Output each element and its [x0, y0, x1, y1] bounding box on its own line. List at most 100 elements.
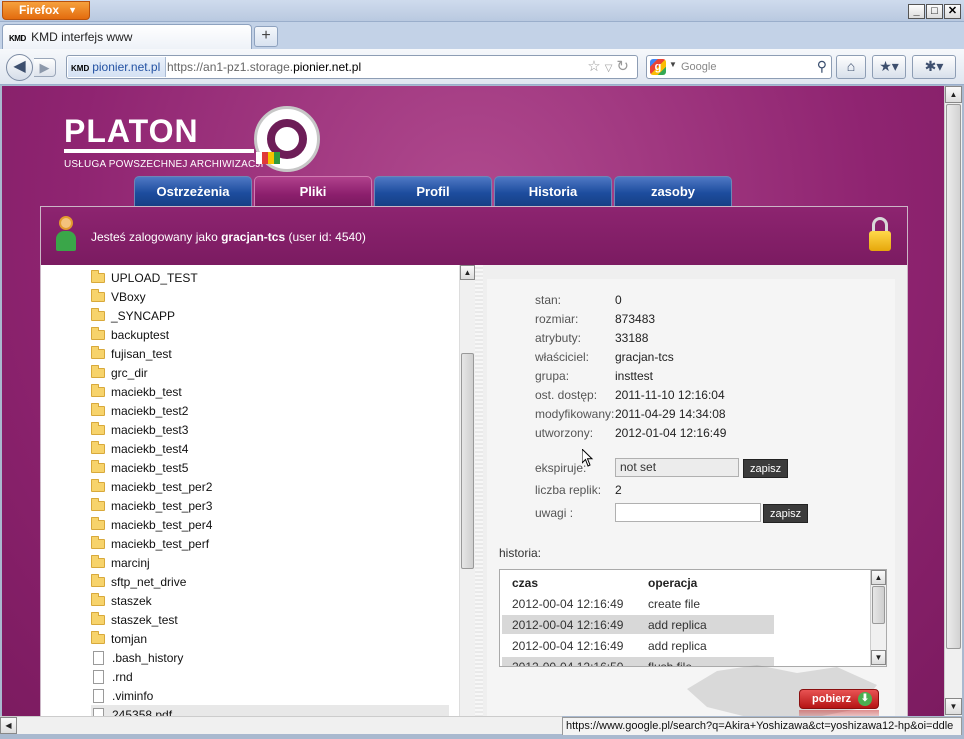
folder-icon — [91, 345, 105, 359]
tree-folder-item[interactable]: VBoxy — [91, 287, 146, 306]
chevron-down-icon[interactable]: ▼ — [669, 60, 677, 69]
tree-item-label: .bash_history — [112, 650, 184, 665]
bookmarks-button[interactable]: ★▾ — [872, 55, 906, 79]
home-button[interactable]: ⌂ — [836, 55, 866, 79]
tree-folder-item[interactable]: maciekb_test2 — [91, 401, 188, 420]
tree-folder-item[interactable]: staszek_test — [91, 610, 178, 629]
folder-icon — [91, 383, 105, 397]
property-label: rozmiar: — [535, 312, 579, 326]
expiry-label: ekspiruje: — [535, 461, 587, 475]
login-username: gracjan-tcs — [221, 230, 286, 244]
property-value: insttest — [615, 369, 654, 383]
scroll-up-arrow-icon[interactable]: ▲ — [460, 265, 475, 280]
tree-folder-item[interactable]: maciekb_test_per3 — [91, 496, 212, 515]
tree-folder-item[interactable]: sftp_net_drive — [91, 572, 186, 591]
lock-icon[interactable] — [869, 217, 891, 251]
forward-button[interactable]: ▶ — [34, 58, 56, 77]
pane-splitter[interactable] — [475, 265, 483, 716]
tree-item-label: maciekb_test_per3 — [111, 498, 213, 513]
url-text[interactable]: https://an1-pz1.storage.pionier.net.pl — [167, 60, 361, 74]
scroll-thumb[interactable] — [461, 353, 474, 569]
tab-zasoby[interactable]: zasoby — [614, 176, 732, 206]
scroll-up-arrow-icon[interactable]: ▲ — [871, 570, 886, 585]
url-bar[interactable]: KMD pionier.net.pl https://an1-pz1.storag… — [66, 55, 638, 79]
browser-tab[interactable]: KMD KMD interfejs www — [2, 24, 252, 49]
search-bar[interactable]: g ▼ Google ⚲ — [646, 55, 832, 79]
history-time: 2012-00-04 12:16:49 — [512, 618, 624, 632]
tree-file-item[interactable]: .bash_history — [91, 648, 183, 667]
scroll-left-arrow-icon[interactable]: ◀ — [0, 717, 17, 734]
tab-ostrzezenia[interactable]: Ostrzeżenia — [134, 176, 252, 206]
close-button[interactable]: ✕ — [944, 4, 961, 19]
folder-icon — [91, 421, 105, 435]
page-horizontal-scrollbar[interactable]: ◀ — [0, 716, 562, 734]
reload-icon[interactable]: ↻ — [616, 58, 633, 75]
download-button[interactable]: pobierz ⬇ — [799, 689, 879, 709]
tab-profil[interactable]: Profil — [374, 176, 492, 206]
tree-folder-item[interactable]: marcinj — [91, 553, 150, 572]
folder-icon — [91, 269, 105, 283]
expiry-field[interactable]: not set — [615, 458, 739, 477]
scroll-down-arrow-icon[interactable]: ▼ — [945, 698, 962, 715]
page-scrollbar[interactable]: ▲ ▼ — [944, 86, 962, 716]
platon-logo[interactable]: PLATON USŁUGA POWSZECHNEJ ARCHIWIZACJI — [64, 115, 264, 170]
history-scrollbar[interactable]: ▲ ▼ — [870, 570, 886, 666]
scroll-thumb[interactable] — [872, 586, 885, 624]
logo-color-stripes — [256, 152, 280, 164]
folder-icon — [91, 535, 105, 549]
tree-folder-item[interactable]: maciekb_test4 — [91, 439, 188, 458]
addon-button[interactable]: ✱▾ — [912, 55, 956, 79]
minimize-button[interactable]: _ — [908, 4, 925, 19]
history-time: 2012-00-04 12:16:50 — [512, 660, 624, 667]
back-button[interactable]: ◀ — [6, 54, 33, 81]
folder-icon — [91, 497, 105, 511]
save-notes-button[interactable]: zapisz — [763, 504, 809, 523]
tree-folder-item[interactable]: maciekb_test_per4 — [91, 515, 212, 534]
tree-file-item[interactable]: .rnd — [91, 667, 133, 686]
tree-file-item[interactable]: 245358.pdf — [91, 705, 449, 716]
folder-icon — [91, 402, 105, 416]
tree-folder-item[interactable]: staszek — [91, 591, 152, 610]
folder-icon — [91, 307, 105, 321]
tree-folder-item[interactable]: maciekb_test — [91, 382, 182, 401]
maximize-button[interactable]: □ — [926, 4, 943, 19]
search-input[interactable]: Google — [681, 61, 716, 73]
property-value: 873483 — [615, 312, 656, 326]
new-tab-button[interactable]: + — [254, 26, 278, 47]
tree-folder-item[interactable]: maciekb_test_perf — [91, 534, 209, 553]
tree-scrollbar[interactable]: ▲ — [459, 265, 475, 716]
tree-item-label: maciekb_test_perf — [111, 536, 210, 551]
tree-item-label: 245358.pdf — [112, 707, 173, 717]
history-dropdown-icon[interactable]: ▽ — [605, 63, 617, 74]
site-identity-button[interactable]: KMD pionier.net.pl — [68, 57, 167, 77]
mouse-cursor-icon — [582, 449, 594, 467]
google-engine-icon[interactable]: g — [650, 59, 666, 75]
tree-folder-item[interactable]: maciekb_test3 — [91, 420, 188, 439]
tab-pliki[interactable]: Pliki — [254, 176, 372, 206]
scroll-up-arrow-icon[interactable]: ▲ — [945, 86, 962, 103]
file-icon — [93, 650, 104, 665]
folder-icon — [91, 592, 105, 606]
property-label: stan: — [535, 293, 562, 307]
content-panel: Jesteś zalogowany jako gracjan-tcs (user… — [40, 206, 908, 716]
tree-folder-item[interactable]: maciekb_test5 — [91, 458, 188, 477]
bookmark-star-icon[interactable]: ☆ — [587, 58, 604, 75]
tree-folder-item[interactable]: UPLOAD_TEST — [91, 268, 198, 287]
tree-file-item[interactable]: .viminfo — [91, 686, 153, 705]
tab-historia[interactable]: Historia — [494, 176, 612, 206]
tree-folder-item[interactable]: backuptest — [91, 325, 169, 344]
tree-folder-item[interactable]: tomjan — [91, 629, 147, 648]
save-expiry-button[interactable]: zapisz — [743, 459, 789, 478]
tree-folder-item[interactable]: _SYNCAPP — [91, 306, 175, 325]
scroll-thumb[interactable] — [946, 104, 961, 649]
search-icon[interactable]: ⚲ — [817, 58, 827, 75]
tree-folder-item[interactable]: fujisan_test — [91, 344, 172, 363]
tree-folder-item[interactable]: maciekb_test_per2 — [91, 477, 212, 496]
notes-field[interactable] — [615, 503, 761, 522]
history-header-operation: operacja — [648, 576, 698, 590]
property-value: 2012-01-04 12:16:49 — [615, 426, 727, 440]
firefox-menu-button[interactable]: Firefox ▼ — [2, 1, 90, 20]
url-prefix: https://an1-pz1.storage. — [167, 60, 294, 74]
history-time: 2012-00-04 12:16:49 — [512, 639, 624, 653]
tree-folder-item[interactable]: grc_dir — [91, 363, 148, 382]
